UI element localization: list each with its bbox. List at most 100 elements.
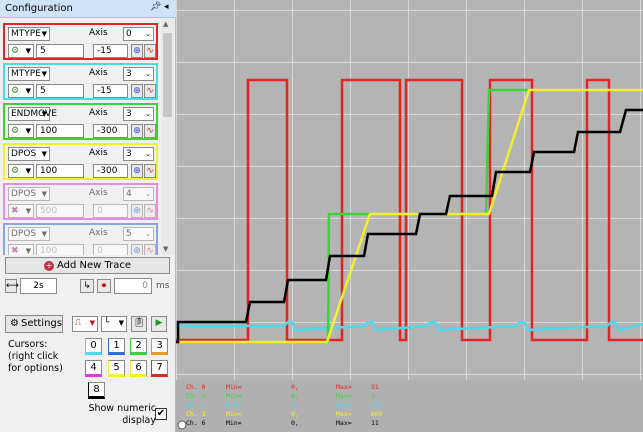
record-icon[interactable]: ⏺ — [97, 279, 111, 293]
delay-input[interactable]: 0 — [114, 278, 152, 294]
stat-min-label: Min= — [226, 401, 242, 409]
cursor-button-2[interactable]: 2 — [130, 338, 147, 355]
trace-axis-dropdown[interactable]: 3 ⌄ — [123, 107, 154, 121]
trace-scale-input[interactable]: 100 — [36, 164, 84, 178]
cursor-button-0[interactable]: 0 — [85, 338, 102, 355]
trace-invert-icon[interactable]: ⊕ — [131, 204, 143, 218]
trace-scale-input[interactable]: 100 — [36, 124, 84, 138]
trigger-mode-icon: └ — [104, 318, 110, 328]
trace-parameter-dropdown[interactable]: DPOS ▼ — [8, 227, 50, 241]
trace-offset-input[interactable]: 0 — [93, 204, 128, 218]
trace-scale-dropdown[interactable]: ⚙ ▼ — [8, 84, 34, 98]
cursor-button-1[interactable]: 1 — [108, 338, 125, 355]
trace-step-icon[interactable]: ∿ — [144, 44, 156, 58]
trace-invert-icon[interactable]: ⊕ — [131, 164, 143, 178]
trace-parameter-dropdown[interactable]: ENDMOVE ▼ — [8, 107, 57, 121]
scroll-up-icon[interactable]: ▲ — [163, 20, 168, 28]
cursor-button-3[interactable]: 3 — [151, 338, 168, 355]
show-numeric-display-label: Show numeric display — [88, 403, 156, 426]
trigger-mode-dropdown[interactable]: └ ▼ — [101, 316, 127, 332]
trace-offset-input[interactable]: -300 — [93, 124, 128, 138]
stat-max-value: 600 — [371, 410, 383, 418]
cursor-button-7[interactable]: 7 — [151, 360, 168, 377]
trace-step-icon[interactable]: ∿ — [144, 244, 156, 255]
trace-step-icon[interactable]: ∿ — [144, 84, 156, 98]
cursor-button-6[interactable]: 6 — [130, 360, 147, 377]
trace-step-icon[interactable]: ∿ — [144, 204, 156, 218]
chevron-down-icon: ▼ — [25, 207, 31, 215]
trigger-edge-dropdown[interactable]: ⎍ ▼ — [72, 316, 98, 332]
scroll-thumb[interactable] — [163, 33, 172, 117]
trace-axis-label: Axis — [89, 188, 108, 198]
trace-invert-icon[interactable]: ⊕ — [131, 44, 143, 58]
trace-step-icon[interactable]: ∿ — [144, 164, 156, 178]
trace-scale-dropdown[interactable]: ✖ ▼ — [8, 204, 34, 218]
cursor-button-8[interactable]: 8 — [88, 382, 105, 399]
scroll-down-icon[interactable]: ▼ — [163, 245, 168, 253]
trace-scale-input[interactable]: 100 — [36, 244, 84, 255]
trigger-delay-icon[interactable]: ↳ — [80, 279, 94, 293]
stat-max-label: Max= — [336, 383, 352, 391]
trace-axis-value: 4 — [126, 189, 132, 199]
timebase-input[interactable]: 2s — [20, 278, 57, 294]
trace-scale-dropdown[interactable]: ⚙ ▼ — [8, 124, 34, 138]
trace-invert-icon[interactable]: ⊕ — [131, 84, 143, 98]
trace-axis-dropdown[interactable]: 0 ⌄ — [123, 27, 154, 41]
chevron-down-icon: ▼ — [118, 319, 124, 327]
trace-offset-input[interactable]: -15 — [93, 44, 128, 58]
panel-menu-icon[interactable]: ◂ — [164, 2, 169, 12]
stat-channel: Ch. 3 — [186, 410, 206, 418]
trace-scale-dropdown[interactable]: ⚙ ▼ — [8, 164, 34, 178]
trace-list-scrollbar[interactable]: ▲ ▼ — [161, 19, 174, 255]
trace-invert-icon[interactable]: ⊕ — [131, 244, 143, 255]
trace-scale-input[interactable]: 5 — [36, 44, 84, 58]
stat-min-value: 0, — [291, 419, 299, 427]
trace-axis-dropdown[interactable]: 3 ⌄ — [123, 147, 154, 161]
trace-offset-input[interactable]: 0 — [93, 244, 128, 255]
trace-offset-input[interactable]: -15 — [93, 84, 128, 98]
show-numeric-display-checkbox[interactable]: ✔ — [155, 408, 167, 420]
stat-max-value: 600 — [371, 401, 383, 409]
trace-axis-label: Axis — [89, 148, 108, 158]
trace-axis-dropdown[interactable]: 4 ⌄ — [123, 187, 154, 201]
trace-invert-icon[interactable]: ⊕ — [131, 124, 143, 138]
trace-scale-dropdown[interactable]: ⚙ ▼ — [8, 44, 34, 58]
stat-channel: Ch. 2 — [186, 392, 206, 400]
trace-parameter-dropdown[interactable]: DPOS ▼ — [8, 147, 50, 161]
trace-row: MTYPE ▼ Axis 0 ⌄ ⚙ ▼ 5 -15 ⊕ ∿ — [3, 23, 158, 60]
configuration-panel: Configuration 📌︎ ◂ MTYPE ▼ Axis 0 ⌄ ⚙ ▼ 5 -15 ⊕ ∿ M… — [0, 0, 176, 432]
panel-titlebar: Configuration 📌︎ ◂ — [0, 0, 176, 18]
cursor-button-4[interactable]: 4 — [85, 360, 102, 377]
trace-axis-dropdown[interactable]: 3 ⌄ — [123, 67, 154, 81]
trace-axis-dropdown[interactable]: 5 ⌄ — [123, 227, 154, 241]
stat-min-label: Min= — [226, 419, 242, 427]
settings-button[interactable]: ⚙ Settings — [5, 315, 63, 333]
chevron-down-icon: ⌄ — [145, 70, 151, 78]
timebase-icon[interactable]: ⟷ — [5, 279, 19, 293]
stat-min-value: 0, — [291, 410, 299, 418]
scale-icon: ⚙ — [11, 86, 20, 96]
plus-icon: + — [43, 261, 54, 271]
cursor-button-5[interactable]: 5 — [108, 360, 125, 377]
chevron-down-icon: ▼ — [41, 30, 47, 38]
add-new-trace-button[interactable]: + Add New Trace — [5, 257, 170, 274]
trace-scale-input[interactable]: 5 — [36, 84, 84, 98]
trace-axis-value: 3 — [126, 109, 132, 119]
clipboard-icon[interactable]: 📋︎ — [131, 316, 147, 332]
chevron-down-icon: ⌄ — [145, 110, 151, 118]
scope-plot[interactable]: Ch. 0 Min= 0, Max= 31 Ch. 2 Min= 0, Max= 1 Ch. 1 Mi… — [176, 0, 643, 432]
trace-step-icon[interactable]: ∿ — [144, 124, 156, 138]
info-icon[interactable] — [177, 420, 187, 430]
pin-icon[interactable]: 📌︎ — [150, 2, 161, 12]
trace-scale-dropdown[interactable]: ✖ ▼ — [8, 244, 34, 255]
trace-axis-value: 5 — [126, 229, 132, 239]
cursors-label: Cursors: (right click for options) — [8, 339, 63, 374]
trace-scale-input[interactable]: 500 — [36, 204, 84, 218]
trace-row: DPOS ▼ Axis 5 ⌄ ✖ ▼ 100 0 ⊕ ∿ — [3, 223, 158, 255]
chevron-down-icon: ⌄ — [145, 150, 151, 158]
trace-parameter-dropdown[interactable]: MTYPE ▼ — [8, 27, 50, 41]
trace-parameter-dropdown[interactable]: DPOS ▼ — [8, 187, 50, 201]
trace-parameter-dropdown[interactable]: MTYPE ▼ — [8, 67, 50, 81]
trace-offset-input[interactable]: -300 — [93, 164, 128, 178]
run-icon[interactable]: ▶ — [151, 316, 167, 332]
